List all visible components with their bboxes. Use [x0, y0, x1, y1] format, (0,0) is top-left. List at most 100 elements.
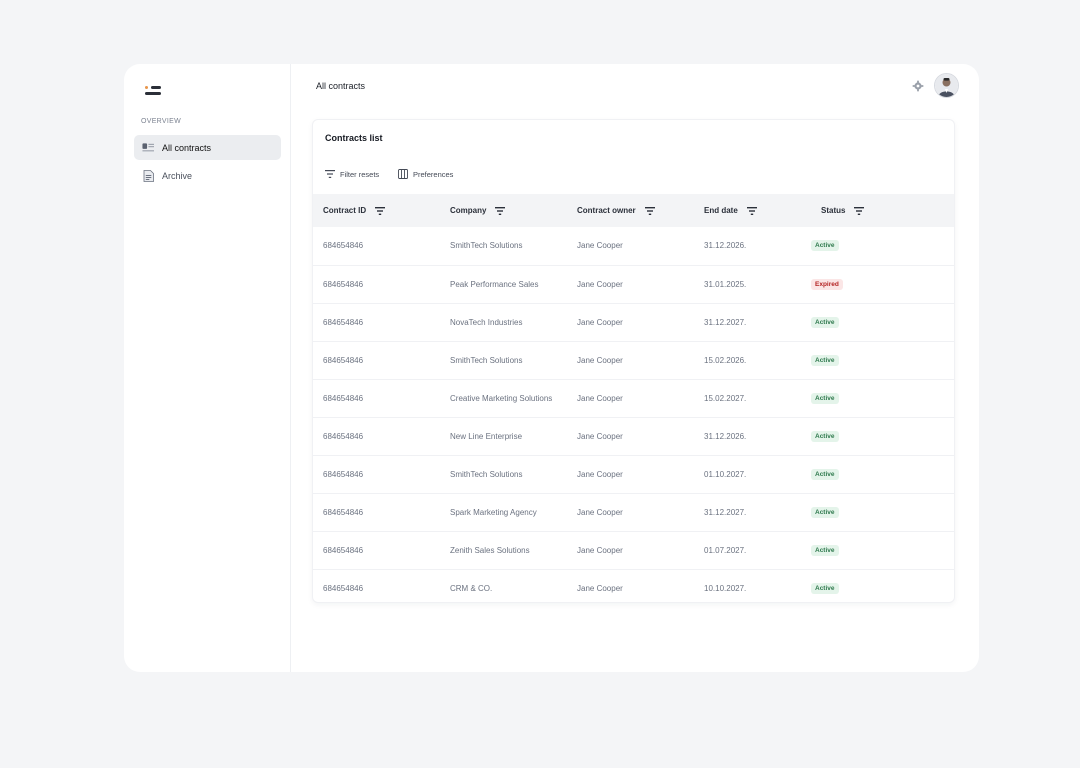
cell-contract-id: 684654846 — [323, 279, 364, 289]
status-badge: Active — [811, 544, 839, 556]
user-avatar[interactable] — [934, 73, 959, 98]
cell-status: Active — [811, 569, 954, 602]
cell-company: SmithTech Solutions — [450, 241, 523, 251]
column-filter-icon[interactable] — [644, 206, 655, 215]
filter-icon — [325, 169, 335, 179]
table-row[interactable]: 684654846 CRM & CO. Jane Cooper 10.10.20… — [313, 569, 954, 602]
cell-status: Active — [811, 379, 954, 417]
status-badge: Active — [811, 430, 839, 442]
cell-end-date: 31.01.2025. — [704, 279, 747, 289]
cell-owner: Jane Cooper — [577, 393, 623, 403]
cell-company: SmithTech Solutions — [450, 469, 523, 479]
cell-owner: Jane Cooper — [577, 317, 623, 327]
cell-company: Spark Marketing Agency — [450, 507, 537, 517]
main-area: All contracts Contracts list Filter rese… — [291, 64, 979, 672]
table-row[interactable]: 684654846 Spark Marketing Agency Jane Co… — [313, 493, 954, 531]
filter-resets-button[interactable]: Filter resets — [325, 169, 379, 179]
preferences-button[interactable]: Preferences — [398, 169, 453, 179]
column-header-contract-id: Contract ID — [313, 194, 440, 227]
cell-status: Active — [811, 493, 954, 531]
table-row[interactable]: 684654846 NovaTech Industries Jane Coope… — [313, 303, 954, 341]
status-badge: Active — [811, 506, 839, 518]
status-badge: Active — [811, 468, 839, 480]
cell-owner: Jane Cooper — [577, 279, 623, 289]
cell-contract-id: 684654846 — [323, 545, 364, 555]
cell-contract-id: 684654846 — [323, 431, 364, 441]
cell-contract-id: 684654846 — [323, 583, 364, 593]
cell-end-date: 31.12.2027. — [704, 507, 747, 517]
cell-status: Active — [811, 455, 954, 493]
cell-status: Expired — [811, 265, 954, 303]
cell-status: Active — [811, 417, 954, 455]
table-row[interactable]: 684654846 New Line Enterprise Jane Coope… — [313, 417, 954, 455]
sidebar-item-label: All contracts — [162, 142, 212, 153]
column-filter-icon[interactable] — [375, 206, 386, 215]
column-header-status: Status — [811, 194, 954, 227]
cell-company: NovaTech Industries — [450, 317, 523, 327]
cell-company: Creative Marketing Solutions — [450, 393, 553, 403]
cell-owner: Jane Cooper — [577, 355, 623, 365]
table-row[interactable]: 684654846 SmithTech Solutions Jane Coope… — [313, 227, 954, 265]
nav-section-title: OVERVIEW — [141, 118, 182, 125]
cell-contract-id: 684654846 — [323, 317, 364, 327]
contracts-card: Contracts list Filter resets Preferences… — [312, 119, 955, 603]
page-title: All contracts — [316, 81, 366, 91]
cell-status: Active — [811, 303, 954, 341]
status-badge: Active — [811, 240, 839, 252]
cell-owner: Jane Cooper — [577, 583, 623, 593]
cell-end-date: 15.02.2026. — [704, 355, 747, 365]
column-filter-icon[interactable] — [746, 206, 757, 215]
column-header-contract-owner: Contract owner — [567, 194, 694, 227]
cell-end-date: 31.12.2026. — [704, 241, 747, 251]
cell-end-date: 01.10.2027. — [704, 469, 747, 479]
app-window: OVERVIEW All contracts Archive All contr… — [124, 64, 979, 672]
cell-contract-id: 684654846 — [323, 507, 364, 517]
column-header-company: Company — [440, 194, 567, 227]
column-header-end-date: End date — [694, 194, 811, 227]
sidebar: OVERVIEW All contracts Archive — [124, 64, 291, 672]
cell-company: SmithTech Solutions — [450, 355, 523, 365]
columns-icon — [398, 169, 408, 179]
cell-end-date: 15.02.2027. — [704, 393, 747, 403]
cell-contract-id: 684654846 — [323, 241, 364, 251]
sidebar-item-label: Archive — [162, 170, 193, 181]
preferences-label: Preferences — [413, 169, 454, 179]
cell-status: Active — [811, 341, 954, 379]
column-filter-icon[interactable] — [495, 206, 506, 215]
table-row[interactable]: 684654846 Creative Marketing Solutions J… — [313, 379, 954, 417]
cell-status: Active — [811, 227, 954, 265]
sidebar-item-all-contracts[interactable]: All contracts — [134, 135, 281, 160]
table-header-row: Contract ID Company Contract owner End d… — [313, 194, 954, 227]
table-row[interactable]: 684654846 Peak Performance Sales Jane Co… — [313, 265, 954, 303]
table-row[interactable]: 684654846 SmithTech Solutions Jane Coope… — [313, 341, 954, 379]
column-filter-icon[interactable] — [854, 206, 865, 215]
card-title: Contracts list — [325, 133, 383, 143]
gear-icon[interactable] — [912, 79, 924, 92]
sidebar-item-archive[interactable]: Archive — [134, 163, 281, 188]
cell-owner: Jane Cooper — [577, 469, 623, 479]
archive-icon — [142, 169, 154, 182]
cell-owner: Jane Cooper — [577, 241, 623, 251]
cell-company: CRM & CO. — [450, 583, 493, 593]
cell-owner: Jane Cooper — [577, 431, 623, 441]
cell-contract-id: 684654846 — [323, 469, 364, 479]
status-badge: Active — [811, 316, 839, 328]
filter-resets-label: Filter resets — [340, 169, 380, 179]
status-badge: Active — [811, 582, 839, 594]
cell-company: New Line Enterprise — [450, 431, 523, 441]
cell-end-date: 31.12.2026. — [704, 431, 747, 441]
status-badge: Expired — [811, 278, 843, 290]
contracts-icon — [142, 142, 154, 153]
table-row[interactable]: 684654846 SmithTech Solutions Jane Coope… — [313, 455, 954, 493]
cell-status: Active — [811, 531, 954, 569]
cell-end-date: 31.12.2027. — [704, 317, 747, 327]
table-row[interactable]: 684654846 Zenith Sales Solutions Jane Co… — [313, 531, 954, 569]
cell-contract-id: 684654846 — [323, 393, 364, 403]
cell-owner: Jane Cooper — [577, 507, 623, 517]
contracts-table: Contract ID Company Contract owner End d… — [313, 194, 954, 602]
cell-company: Zenith Sales Solutions — [450, 545, 530, 555]
cell-owner: Jane Cooper — [577, 545, 623, 555]
menu-logo-icon[interactable] — [145, 86, 161, 96]
status-badge: Active — [811, 354, 839, 366]
cell-end-date: 10.10.2027. — [704, 583, 747, 593]
